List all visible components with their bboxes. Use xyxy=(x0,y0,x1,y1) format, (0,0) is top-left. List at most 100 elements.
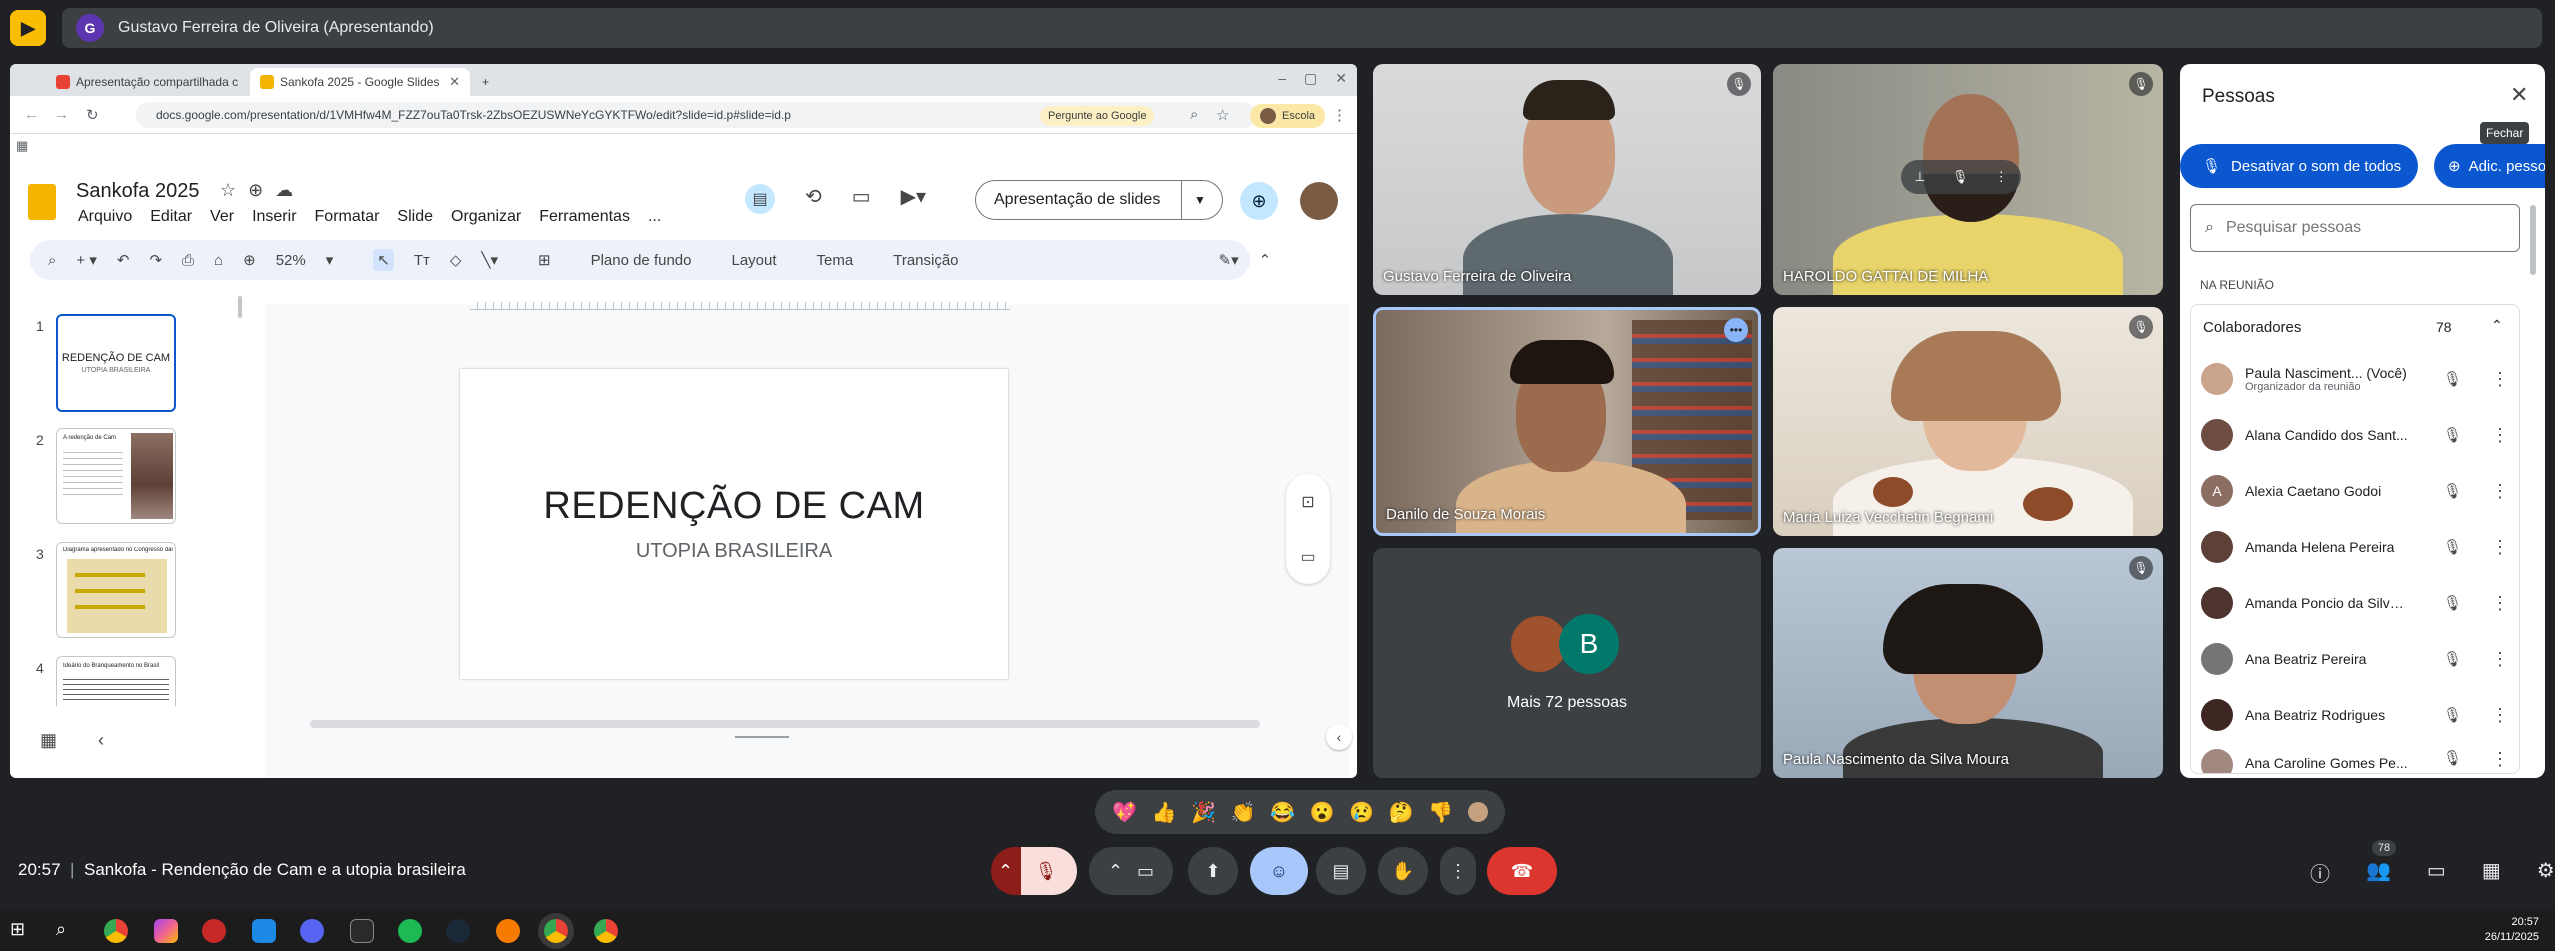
doc-title[interactable]: Sankofa 2025 xyxy=(76,180,199,203)
search-menus-icon[interactable]: ⌕ xyxy=(48,252,56,269)
horizontal-scrollbar[interactable] xyxy=(310,720,1260,728)
new-slide-icon[interactable]: + ▾ xyxy=(76,251,96,269)
list-item[interactable]: Ana Caroline Gomes Pe... 🎙 ⋮ xyxy=(2191,743,2519,773)
chevron-up-icon[interactable]: ⌃ xyxy=(1108,861,1123,882)
chevron-left-icon[interactable]: ‹ xyxy=(98,730,104,751)
line-icon[interactable]: ╲▾ xyxy=(481,251,498,269)
paint-format-icon[interactable]: ⌂ xyxy=(214,252,223,269)
apps-grid-icon[interactable]: ▦ xyxy=(16,138,28,154)
menu-slide[interactable]: Slide xyxy=(397,208,433,226)
info-icon[interactable]: ⓘ xyxy=(2310,858,2330,887)
people-icon[interactable]: 👥 xyxy=(2366,858,2391,887)
mic-off-icon[interactable]: 🎙 xyxy=(2443,426,2462,444)
skin-tone-icon[interactable] xyxy=(1467,802,1488,822)
close-icon[interactable]: ✕ xyxy=(2510,82,2528,108)
chevron-up-icon[interactable]: ⌃ xyxy=(2491,317,2503,334)
slide-thumb-1[interactable]: REDENÇÃO DE CAM UTOPIA BRASILEIRA xyxy=(56,314,176,412)
spotify-icon[interactable] xyxy=(398,919,422,943)
maximize-icon[interactable]: ▢ xyxy=(1304,70,1317,87)
text-box-icon[interactable]: Tт xyxy=(414,252,430,269)
zoom-select[interactable]: 52% xyxy=(276,252,306,269)
slide-title[interactable]: REDENÇÃO DE CAM xyxy=(543,485,924,528)
mic-off-icon[interactable]: 🎙 xyxy=(2443,706,2462,724)
more-options-icon[interactable]: ⋮ xyxy=(2491,369,2509,390)
mic-off-icon[interactable]: 🎙 xyxy=(2443,370,2462,388)
camera-icon[interactable]: ▭ xyxy=(1137,861,1154,882)
more-options-icon[interactable]: ⋮ xyxy=(2491,705,2509,726)
more-options-icon[interactable]: ⋮ xyxy=(2491,649,2509,670)
reaction-sad[interactable]: 😢 xyxy=(1349,800,1374,825)
app-icon[interactable] xyxy=(496,919,520,943)
people-search[interactable]: ⌕ xyxy=(2190,204,2520,252)
menu-inserir[interactable]: Inserir xyxy=(252,208,296,226)
chevron-down-icon[interactable]: ▼ xyxy=(1181,181,1206,219)
cloud-status-icon[interactable]: ☁ xyxy=(275,180,293,201)
chrome-icon[interactable] xyxy=(594,919,618,943)
current-slide[interactable]: REDENÇÃO DE CAM UTOPIA BRASILEIRA xyxy=(460,369,1008,679)
list-item[interactable]: Ana Beatriz Pereira 🎙 ⋮ xyxy=(2191,631,2519,687)
present-button[interactable]: Apresentação de slides ▼ xyxy=(975,180,1223,220)
reaction-heart[interactable]: 💖 xyxy=(1112,800,1137,825)
close-window-icon[interactable]: ✕ xyxy=(1335,70,1347,87)
user-avatar[interactable] xyxy=(1300,182,1338,220)
list-item[interactable]: Amanda Helena Pereira 🎙 ⋮ xyxy=(2191,519,2519,575)
pin-icon[interactable]: ⊥ xyxy=(1914,169,1925,185)
close-icon[interactable]: ✕ xyxy=(449,74,460,90)
list-item[interactable]: Amanda Poncio da Silva... 🎙 ⋮ xyxy=(2191,575,2519,631)
slide-thumb-3[interactable]: Diagrama apresentado no Congresso das ra… xyxy=(56,542,176,638)
reaction-thumbs-down[interactable]: 👎 xyxy=(1428,800,1453,825)
close-icon[interactable]: ✕ xyxy=(244,74,246,90)
raise-hand-button[interactable]: ✋ xyxy=(1378,847,1428,895)
comments-icon[interactable]: ▭ xyxy=(852,184,871,214)
history-icon[interactable]: ⟲ xyxy=(805,184,822,214)
undo-icon[interactable]: ↶ xyxy=(117,251,130,269)
add-comment-icon[interactable]: ⊞ xyxy=(538,251,551,269)
panel-scrollbar[interactable] xyxy=(2530,205,2536,275)
menu-formatar[interactable]: Formatar xyxy=(315,208,380,226)
slides-logo-icon[interactable] xyxy=(28,184,56,220)
more-options-button[interactable]: ⋮ xyxy=(1440,847,1476,895)
menu-editar[interactable]: Editar xyxy=(150,208,192,226)
video-tile[interactable]: 🎙 Paula Nascimento da Silva Moura xyxy=(1773,548,2163,778)
chevron-down-icon[interactable]: ▾ xyxy=(326,251,334,269)
star-icon[interactable]: ☆ xyxy=(1216,106,1229,124)
search-icon[interactable]: ⌕ xyxy=(56,919,80,943)
zoom-icon[interactable]: ⌕ xyxy=(1190,106,1198,123)
video-tile[interactable]: 🎙 Gustavo Ferreira de Oliveira xyxy=(1373,64,1761,295)
chrome-icon[interactable] xyxy=(544,919,568,943)
tab-shared-presentation[interactable]: Apresentação compartilhada c ✕ xyxy=(46,68,246,96)
chrome-icon[interactable] xyxy=(104,919,128,943)
transition-button[interactable]: Transição xyxy=(893,252,958,269)
slide-thumb-2[interactable]: A redenção de Cam xyxy=(56,428,176,524)
captions-button[interactable]: ▤ xyxy=(1316,847,1366,895)
shape-icon[interactable]: ◇ xyxy=(450,251,462,269)
more-options-icon[interactable]: ⋮ xyxy=(2491,537,2509,558)
figma-icon[interactable] xyxy=(154,919,178,943)
mic-off-icon[interactable]: 🎙 xyxy=(2443,482,2462,500)
video-tile[interactable]: 🎙 Maria Luiza Vecchetin Begnami xyxy=(1773,307,2163,536)
minimize-icon[interactable]: – xyxy=(1278,70,1286,87)
grid-view-icon[interactable]: ▦ xyxy=(40,730,57,751)
menu-more[interactable]: ... xyxy=(648,208,661,226)
menu-organizar[interactable]: Organizar xyxy=(451,208,521,226)
reaction-thumbs-up[interactable]: 👍 xyxy=(1152,800,1177,825)
video-tile-active-speaker[interactable]: ••• Danilo de Souza Morais xyxy=(1373,307,1761,536)
camera-control[interactable]: ⌃ ▭ xyxy=(1089,847,1173,895)
reaction-surprised[interactable]: 😮 xyxy=(1310,800,1335,825)
list-item[interactable]: A Alexia Caetano Godoi 🎙 ⋮ xyxy=(2191,463,2519,519)
reaction-thinking[interactable]: 🤔 xyxy=(1389,800,1414,825)
ask-google-button[interactable]: Pergunte ao Google xyxy=(1040,106,1155,126)
meet-call-icon[interactable]: ▶▾ xyxy=(901,184,926,214)
chevron-up-icon[interactable]: ⌃ xyxy=(990,847,1021,895)
collapse-toolbar-icon[interactable]: ⌃ xyxy=(1259,251,1272,269)
opera-icon[interactable] xyxy=(202,919,226,943)
mic-off-icon[interactable]: 🎙 xyxy=(2443,749,2462,767)
steam-icon[interactable] xyxy=(446,919,470,943)
list-item[interactable]: Paula Nasciment... (Você) Organizador da… xyxy=(2191,351,2519,407)
activities-icon[interactable]: ▦ xyxy=(2482,858,2501,887)
mic-off-icon[interactable]: 🎙 xyxy=(1035,861,1058,882)
profile-button[interactable]: Escola xyxy=(1250,104,1326,128)
group-header[interactable]: Colaboradores 78 ⌃ xyxy=(2191,305,2519,349)
reaction-clap[interactable]: 👏 xyxy=(1231,800,1256,825)
video-tile[interactable]: ⊥ 🎙 ⋮ 🎙 HAROLDO GATTAI DE MILHA xyxy=(1773,64,2163,295)
